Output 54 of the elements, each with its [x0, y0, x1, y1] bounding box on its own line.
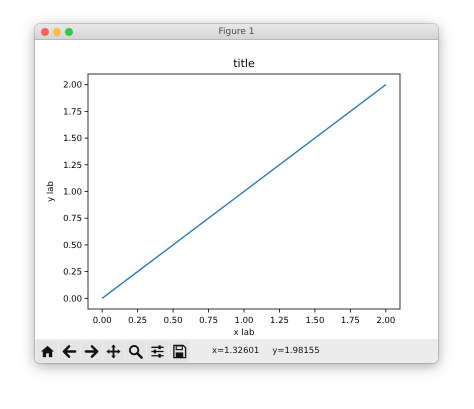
tick-label: 2.00 — [376, 316, 396, 326]
back-button[interactable] — [59, 340, 80, 362]
tick-mark — [84, 84, 88, 86]
tick-mark — [102, 308, 103, 313]
forward-button[interactable] — [81, 340, 102, 362]
tick-mark — [84, 298, 88, 299]
tick-label: 0.50 — [63, 240, 82, 251]
tick-mark — [208, 308, 209, 313]
configure-button[interactable] — [147, 340, 168, 362]
right-arrow-icon — [84, 344, 99, 358]
tick-label: 2.00 — [63, 80, 82, 91]
home-button[interactable] — [37, 340, 58, 362]
tick-mark — [84, 110, 88, 112]
tick-label: 0.50 — [164, 316, 183, 326]
save-button[interactable] — [169, 340, 190, 362]
tick-label: 1.75 — [340, 316, 360, 326]
tick-label: 0.75 — [63, 214, 82, 224]
sliders-icon — [150, 344, 165, 358]
tick-mark — [279, 308, 280, 313]
tick-label: 1.00 — [63, 188, 82, 198]
zoom-button[interactable] — [125, 340, 146, 362]
cursor-coordinate: x=1.32601 — [212, 346, 260, 356]
tick-label: 1.25 — [270, 316, 289, 326]
home-icon — [40, 344, 55, 358]
y-axis-label: y lab — [46, 181, 56, 202]
tick-mark — [172, 308, 174, 313]
tick-label: 0.25 — [63, 268, 82, 278]
window-title: Figure 1 — [218, 26, 255, 36]
tick-label: 1.50 — [63, 134, 82, 144]
tick-label: 1.00 — [234, 316, 254, 326]
tick-mark — [84, 244, 88, 246]
left-arrow-icon — [62, 344, 77, 358]
tick-label: 0.75 — [199, 316, 218, 326]
tick-mark — [84, 271, 88, 272]
chart-title: title — [233, 57, 255, 70]
cursor-coordinate: y=1.98155 — [272, 346, 320, 356]
save-icon — [172, 344, 187, 358]
search-icon — [128, 344, 143, 358]
tick-mark — [84, 164, 88, 166]
tick-label: 0.25 — [128, 316, 148, 326]
tick-mark — [84, 191, 88, 192]
tick-mark — [314, 308, 316, 313]
tick-label: 1.75 — [63, 107, 82, 118]
x-axis-label: x lab — [234, 328, 254, 338]
move-icon — [106, 344, 121, 358]
tick-mark — [84, 218, 88, 219]
pan-button[interactable] — [103, 340, 124, 362]
tick-mark — [350, 308, 351, 313]
tick-label: 0.00 — [92, 316, 112, 326]
tick-label: 0.00 — [63, 294, 82, 304]
tick-mark — [385, 308, 386, 313]
tick-label: 1.50 — [305, 316, 324, 326]
tick-label: 1.25 — [63, 160, 82, 171]
tick-mark — [137, 308, 138, 313]
